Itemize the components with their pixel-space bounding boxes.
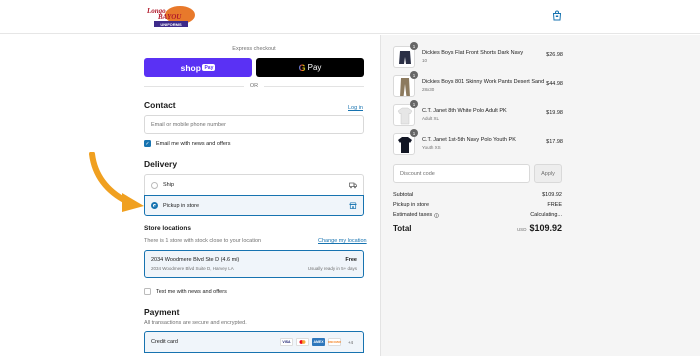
item-price: $17.98 bbox=[546, 139, 563, 145]
truck-icon bbox=[349, 182, 357, 188]
taxes-row: Estimated taxes Calculating... bbox=[393, 212, 562, 218]
store-price: Free bbox=[345, 257, 357, 263]
store-name: 2034 Woodmere Blvd Ste D (4.6 mi) bbox=[151, 257, 240, 263]
ship-radio[interactable] bbox=[151, 181, 158, 189]
google-pay-label: Pay bbox=[307, 63, 322, 72]
subtotal-label: Subtotal bbox=[393, 192, 414, 198]
currency-code: USD bbox=[516, 227, 527, 232]
or-divider: OR bbox=[144, 82, 364, 90]
item-title: C.T. Janet 8th White Polo Adult PK bbox=[422, 108, 507, 114]
taxes-label: Estimated taxes bbox=[393, 212, 433, 218]
discount-code-field[interactable]: Discount code bbox=[393, 164, 530, 183]
shopping-bag-icon[interactable] bbox=[552, 10, 562, 21]
card-brand-logos: VISA AMEX DISCOVER +4 bbox=[280, 338, 357, 346]
payment-title: Payment bbox=[144, 307, 180, 317]
order-item: 1 Dickies Boys 801 Skinny Work Pants Des… bbox=[393, 71, 563, 101]
text-newsletter-label: Text me with news and offers bbox=[156, 288, 227, 295]
total-value: $109.92 bbox=[529, 223, 562, 233]
more-cards-label: +4 bbox=[347, 339, 354, 345]
info-icon[interactable] bbox=[434, 212, 439, 218]
subtotal-value: $109.92 bbox=[542, 192, 562, 198]
store-icon bbox=[349, 202, 357, 209]
item-quantity-badge: 1 bbox=[410, 42, 418, 50]
google-g-icon: G bbox=[298, 62, 306, 73]
login-link[interactable]: Log in bbox=[348, 105, 363, 111]
item-price: $44.98 bbox=[546, 81, 563, 87]
store-stock-summary: There is 1 store with stock close to you… bbox=[144, 238, 262, 244]
pickup-row: Pickup in store FREE bbox=[393, 202, 562, 208]
payment-subtitle: All transactions are secure and encrypte… bbox=[144, 320, 247, 326]
pickup-radio[interactable] bbox=[151, 202, 158, 209]
text-newsletter-checkbox-row[interactable]: Text me with news and offers bbox=[144, 288, 227, 295]
shop-pay-badge: Pay bbox=[202, 64, 216, 71]
item-title: Dickies Boys 801 Skinny Work Pants Deser… bbox=[422, 79, 545, 85]
subtotal-row: Subtotal $109.92 bbox=[393, 192, 562, 198]
email-newsletter-checkbox-row[interactable]: ✓ Email me with news and offers bbox=[144, 140, 231, 147]
taxes-value: Calculating... bbox=[530, 212, 562, 218]
brand-logo[interactable]: Longo BAYOU UNIFORMS bbox=[144, 4, 198, 28]
email-newsletter-checkbox[interactable]: ✓ bbox=[144, 140, 151, 147]
mastercard-icon bbox=[296, 338, 309, 346]
change-location-link[interactable]: Change my location bbox=[318, 238, 367, 244]
item-title: C.T. Janet 1st-5th Navy Polo Youth PK bbox=[422, 137, 516, 143]
credit-card-option[interactable]: Credit card VISA AMEX DISCOVER +4 bbox=[144, 331, 364, 353]
order-item: 1 C.T. Janet 8th White Polo Adult PK Adu… bbox=[393, 100, 563, 130]
visa-icon: VISA bbox=[280, 338, 293, 346]
order-item: 1 Dickies Boys Flat Front Shorts Dark Na… bbox=[393, 42, 563, 72]
item-variant: 10 bbox=[422, 58, 428, 63]
delivery-option-ship[interactable]: Ship bbox=[144, 174, 364, 195]
delivery-title: Delivery bbox=[144, 159, 178, 169]
shop-pay-label: shop bbox=[180, 62, 201, 73]
item-title: Dickies Boys Flat Front Shorts Dark Navy bbox=[422, 50, 524, 56]
item-variant: Youth XS bbox=[422, 145, 441, 150]
apply-discount-button[interactable]: Apply bbox=[534, 164, 562, 183]
item-price: $26.98 bbox=[546, 52, 563, 58]
site-header: Longo BAYOU UNIFORMS bbox=[0, 0, 700, 34]
google-pay-button[interactable]: G Pay bbox=[256, 58, 364, 77]
store-option[interactable]: 2034 Woodmere Blvd Ste D (4.6 mi) 2034 W… bbox=[144, 250, 364, 278]
credit-card-label: Credit card bbox=[151, 339, 178, 345]
checkout-form: Express checkout shop Pay G Pay OR Conta… bbox=[0, 35, 380, 356]
pickup-summary-value: FREE bbox=[547, 202, 562, 208]
text-newsletter-checkbox[interactable] bbox=[144, 288, 151, 295]
item-variant: Adult XL bbox=[422, 116, 440, 121]
item-quantity-badge: 1 bbox=[410, 129, 418, 137]
store-ready-time: Usually ready in 5+ days bbox=[307, 266, 357, 271]
express-checkout-label: Express checkout bbox=[232, 46, 276, 52]
email-or-phone-field[interactable]: Email or mobile phone number bbox=[144, 115, 364, 134]
email-newsletter-label: Email me with news and offers bbox=[156, 140, 231, 147]
total-row: Total USD $109.92 bbox=[393, 223, 562, 233]
order-item: 1 C.T. Janet 1st-5th Navy Polo Youth PK … bbox=[393, 129, 563, 159]
item-price: $19.98 bbox=[546, 110, 563, 116]
or-label: OR bbox=[249, 83, 259, 89]
orange-arrow-annotation bbox=[89, 152, 144, 212]
store-address: 2034 Woodmere Blvd Suite D, Harvey LA bbox=[151, 266, 234, 271]
discover-icon: DISCOVER bbox=[328, 338, 341, 346]
total-label: Total bbox=[393, 224, 412, 233]
logo-text-mid: BAYOU bbox=[157, 13, 182, 21]
delivery-option-pickup[interactable]: Pickup in store bbox=[144, 195, 364, 216]
item-quantity-badge: 1 bbox=[410, 100, 418, 108]
pickup-summary-label: Pickup in store bbox=[393, 202, 430, 208]
ship-label: Ship bbox=[163, 182, 175, 188]
contact-title: Contact bbox=[144, 100, 176, 110]
store-locations-title: Store locations bbox=[144, 225, 191, 232]
item-quantity-badge: 1 bbox=[410, 71, 418, 79]
pickup-label: Pickup in store bbox=[163, 202, 200, 209]
item-variant: 28x30 bbox=[422, 87, 435, 92]
logo-text-bottom: UNIFORMS bbox=[160, 22, 182, 27]
shop-pay-button[interactable]: shop Pay bbox=[144, 58, 252, 77]
amex-icon: AMEX bbox=[312, 338, 325, 346]
